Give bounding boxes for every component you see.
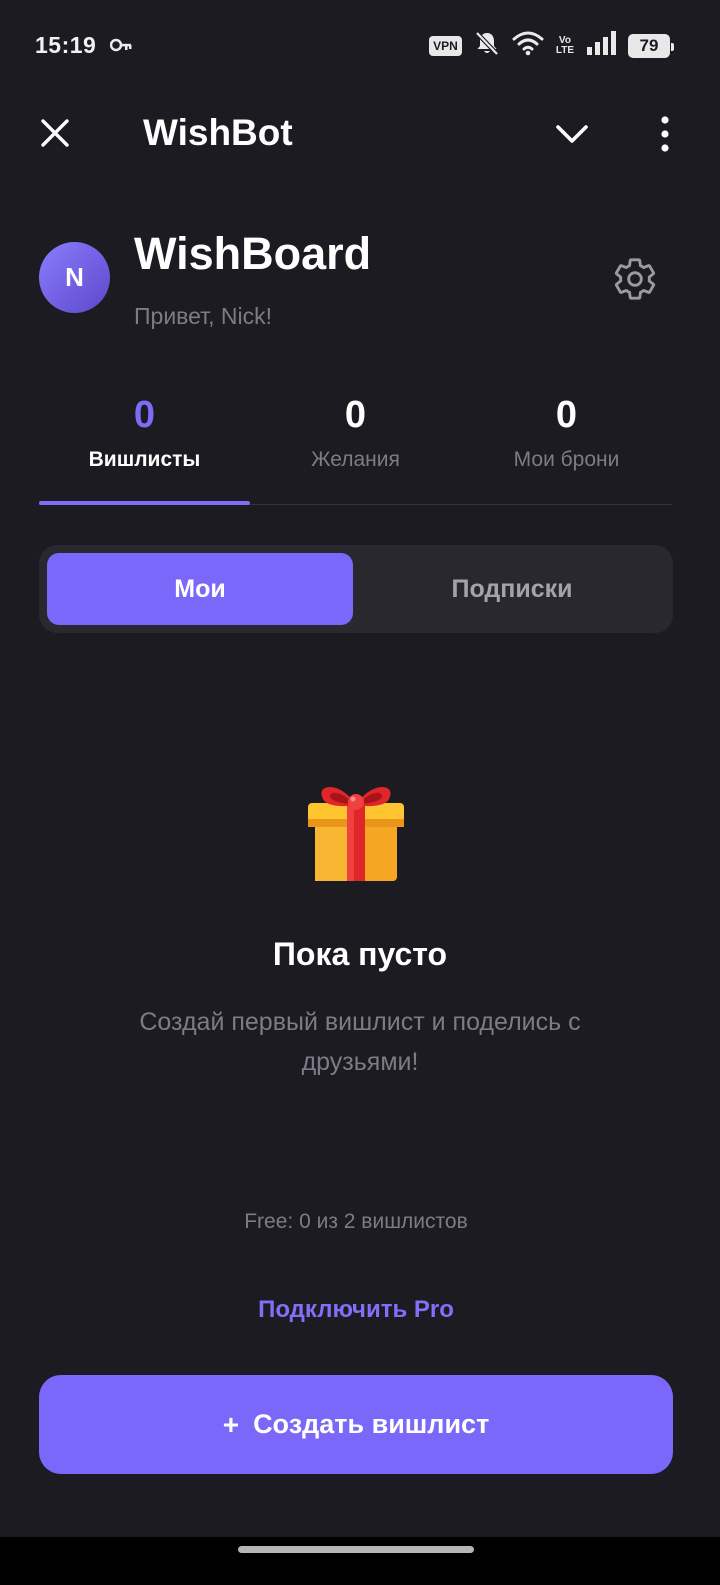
tab-wishes[interactable]: 0 Желания: [250, 390, 461, 502]
home-indicator[interactable]: [238, 1546, 474, 1553]
volte-bottom: LTE: [555, 44, 574, 56]
avatar[interactable]: N: [39, 242, 110, 313]
create-wishlist-button[interactable]: + Создать вишлист: [39, 1375, 673, 1474]
active-tab-indicator: [39, 501, 250, 505]
page-title: WishBoard: [134, 228, 372, 279]
reservations-label: Мои брони: [513, 448, 620, 471]
app-header: WishBot: [0, 92, 720, 178]
avatar-initial: N: [65, 262, 84, 292]
settings-button[interactable]: [610, 254, 660, 304]
status-icons: VPN Vo LTE 79: [429, 30, 674, 61]
stats-tabs: 0 Вишлисты 0 Желания 0 Мои брони: [39, 390, 672, 506]
wishes-count: 0: [344, 394, 367, 436]
wishlists-count: 0: [133, 394, 156, 436]
tab-my-reservations[interactable]: 0 Мои брони: [461, 390, 672, 502]
mute-bell-icon: [474, 30, 500, 61]
status-bar: 15:19 VPN Vo LTE 79: [0, 0, 720, 92]
empty-state-text: Создай первый вишлист и поделись с друзь…: [139, 1008, 581, 1076]
plus-icon: +: [222, 1408, 240, 1440]
vpn-badge: VPN: [429, 35, 462, 56]
more-vertical-icon: [661, 116, 669, 152]
reservations-count: 0: [555, 394, 578, 436]
collapse-button[interactable]: [552, 114, 592, 154]
app-title: WishBot: [143, 112, 293, 153]
gift-icon: [305, 775, 407, 883]
more-menu-button[interactable]: [652, 114, 678, 154]
create-wishlist-label: Создать вишлист: [253, 1409, 490, 1439]
signal-icon: [586, 31, 616, 60]
close-icon: [41, 119, 69, 147]
upgrade-pro-link[interactable]: Подключить Pro: [0, 1296, 712, 1324]
tab-wishlists[interactable]: 0 Вишлисты: [39, 390, 250, 502]
close-button[interactable]: [36, 112, 74, 154]
greeting-text: Привет, Nick!: [134, 303, 273, 329]
volte-indicator: Vo LTE: [555, 35, 574, 56]
wishes-label: Желания: [311, 448, 400, 471]
segmented-control: Мои Подписки: [39, 545, 673, 633]
wifi-icon: [512, 30, 544, 61]
segment-mine[interactable]: Мои: [47, 553, 353, 625]
chevron-down-icon: [556, 125, 588, 143]
key-icon: [109, 38, 132, 57]
gear-icon: [614, 258, 656, 300]
segment-subscriptions[interactable]: Подписки: [359, 553, 665, 625]
plan-quota: Free: 0 из 2 вишлистов: [244, 1210, 468, 1233]
wishlists-label: Вишлисты: [88, 448, 201, 471]
empty-state-title: Пока пусто: [272, 936, 448, 972]
screen: 15:19 VPN Vo LTE 79 WishBot N WishBoard …: [0, 0, 720, 1585]
status-time: 15:19: [35, 32, 97, 58]
battery-icon: 79: [628, 33, 674, 58]
system-nav-bar: [0, 1537, 720, 1585]
